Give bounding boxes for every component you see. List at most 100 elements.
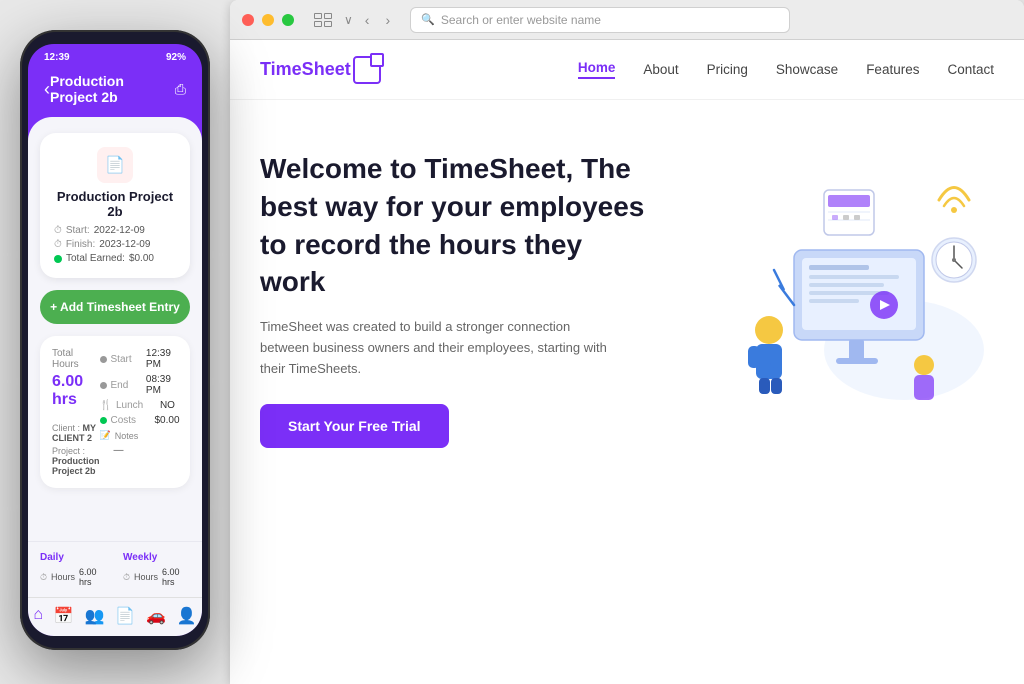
project-finish: ⏱ Finish: 2023-12-09 [54, 239, 176, 250]
entry-end-row: End 08:39 PM [100, 374, 180, 396]
tab-profile[interactable]: 👤 [177, 606, 197, 626]
start-value: 2022-12-09 [94, 225, 145, 236]
start-dot [100, 356, 107, 363]
project-card-name: Production Project 2b [54, 189, 176, 219]
proj-val: Production Project 2b [52, 456, 100, 476]
daily-hours-value: 6.00 hrs [79, 567, 107, 587]
forward-arrow-icon[interactable]: › [381, 10, 394, 30]
share-button[interactable]: ⎙ [175, 81, 186, 98]
tab-team[interactable]: 👥 [85, 606, 105, 626]
entry-start-row: Start 12:39 PM [100, 348, 180, 370]
weekly-stats: Weekly ⏱ Hours 6.00 hrs [123, 552, 190, 587]
entry-costs-row: Costs $0.00 [100, 415, 180, 426]
logo-icon [353, 56, 381, 84]
nav-showcase[interactable]: Showcase [776, 62, 838, 77]
layout-icon [314, 13, 332, 27]
project-start: ⏱ Start: 2022-12-09 [54, 225, 176, 236]
notes-label: Notes [115, 431, 139, 441]
traffic-light-green[interactable] [282, 14, 294, 26]
add-entry-button[interactable]: + Add Timesheet Entry [40, 290, 190, 324]
nav-features[interactable]: Features [866, 62, 919, 77]
chevron-down-icon[interactable]: ∨ [344, 13, 353, 27]
project-info: Project : Production Project 2b [52, 446, 100, 476]
daily-label: Daily [40, 552, 107, 563]
entry-lunch-row: 🍴 Lunch NO [100, 400, 180, 411]
home-icon: ⌂ [33, 606, 43, 624]
phone-battery: 92% [166, 52, 186, 63]
proj-label: Project : [52, 446, 85, 456]
client-info: Client : MY CLIENT 2 [52, 423, 100, 443]
browser-window: ∨ ‹ › 🔍 Search or enter website name Tim… [230, 0, 1024, 684]
tab-vehicles[interactable]: 🚗 [146, 606, 166, 626]
start-entry-label: Start [111, 354, 142, 365]
site-logo: TimeSheet [260, 56, 381, 84]
entry-col-right: Start 12:39 PM End 08:39 PM 🍴 Lunch [100, 348, 180, 476]
hero-title: Welcome to TimeSheet, The best way for y… [260, 150, 654, 301]
lunch-entry-val: NO [160, 400, 175, 411]
phone-outer: 12:39 92% ‹ Production Project 2b ⎙ 📄 Pr… [20, 30, 210, 650]
phone-body: 📄 Production Project 2b ⏱ Start: 2022-12… [28, 117, 202, 541]
nav-links: Home About Pricing Showcase Features Con… [578, 60, 994, 79]
calendar-icon: 📅 [54, 606, 74, 626]
traffic-light-red[interactable] [242, 14, 254, 26]
phone-screen-title: Production Project 2b [50, 73, 175, 105]
start-label: Start: [66, 225, 90, 236]
logo-inner [370, 53, 384, 67]
client-label: Client : [52, 423, 83, 433]
earned-value: $0.00 [129, 253, 154, 264]
finish-value: 2023-12-09 [99, 239, 150, 250]
cta-button[interactable]: Start Your Free Trial [260, 404, 449, 448]
hero-illustration [654, 130, 994, 684]
total-earned: Total Earned: $0.00 [54, 253, 176, 264]
weekly-label: Weekly [123, 552, 190, 563]
logo-text: TimeSheet [260, 59, 351, 80]
end-entry-label: End [111, 380, 142, 391]
team-icon: 👥 [85, 606, 105, 626]
finish-label: Finish: [66, 239, 95, 250]
costs-entry-val: $0.00 [155, 415, 180, 426]
phone-header: ‹ Production Project 2b ⎙ [28, 67, 202, 117]
tab-calendar[interactable]: 📅 [54, 606, 74, 626]
back-arrow-icon[interactable]: ‹ [361, 10, 374, 30]
tab-home[interactable]: ⌂ [33, 606, 43, 626]
entry-col-left: Total Hours 6.00 hrs Client : MY CLIENT … [52, 348, 100, 476]
nav-about[interactable]: About [643, 62, 678, 77]
weekly-hours-label: Hours [134, 572, 158, 582]
costs-entry-label: Costs [111, 415, 151, 426]
time-entry-card: Total Hours 6.00 hrs Client : MY CLIENT … [40, 336, 190, 488]
nav-contact[interactable]: Contact [947, 62, 994, 77]
total-hours-value: 6.00 hrs [52, 373, 100, 409]
end-dot [100, 382, 107, 389]
phone-mockup: 12:39 92% ‹ Production Project 2b ⎙ 📄 Pr… [0, 0, 230, 684]
weekly-hours-value: 6.00 hrs [162, 567, 190, 587]
website: TimeSheet Home About Pricing Showcase Fe… [230, 40, 1024, 684]
project-card: 📄 Production Project 2b ⏱ Start: 2022-12… [40, 133, 190, 278]
end-entry-val: 08:39 PM [146, 374, 180, 396]
lunch-entry-label: Lunch [116, 400, 156, 411]
phone-time: 12:39 [44, 52, 70, 63]
docs-icon: 📄 [115, 606, 135, 626]
start-entry-val: 12:39 PM [146, 348, 180, 370]
profile-icon: 👤 [177, 606, 197, 626]
address-bar[interactable]: 🔍 Search or enter website name [410, 7, 790, 33]
project-icon: 📄 [97, 147, 133, 183]
earned-dot [54, 255, 62, 263]
phone-status-bar: 12:39 92% [28, 44, 202, 67]
nav-pricing[interactable]: Pricing [707, 62, 748, 77]
hero-section: Welcome to TimeSheet, The best way for y… [230, 100, 1024, 684]
browser-content: TimeSheet Home About Pricing Showcase Fe… [230, 40, 1024, 684]
hero-description: TimeSheet was created to build a stronge… [260, 317, 620, 379]
tab-docs[interactable]: 📄 [115, 606, 135, 626]
illustration-svg [654, 130, 994, 430]
phone-screen: 12:39 92% ‹ Production Project 2b ⎙ 📄 Pr… [28, 44, 202, 636]
browser-titlebar: ∨ ‹ › 🔍 Search or enter website name [230, 0, 1024, 40]
costs-dot [100, 417, 107, 424]
entry-layout: Total Hours 6.00 hrs Client : MY CLIENT … [52, 348, 178, 476]
address-placeholder: Search or enter website name [441, 13, 601, 27]
weekly-hours-row: ⏱ Hours 6.00 hrs [123, 567, 190, 587]
traffic-light-yellow[interactable] [262, 14, 274, 26]
nav-home[interactable]: Home [578, 60, 616, 79]
notes-value: — [100, 445, 180, 456]
phone-tab-bar: ⌂ 📅 👥 📄 🚗 👤 [28, 597, 202, 636]
entry-notes-row: 📝 Notes [100, 430, 180, 441]
